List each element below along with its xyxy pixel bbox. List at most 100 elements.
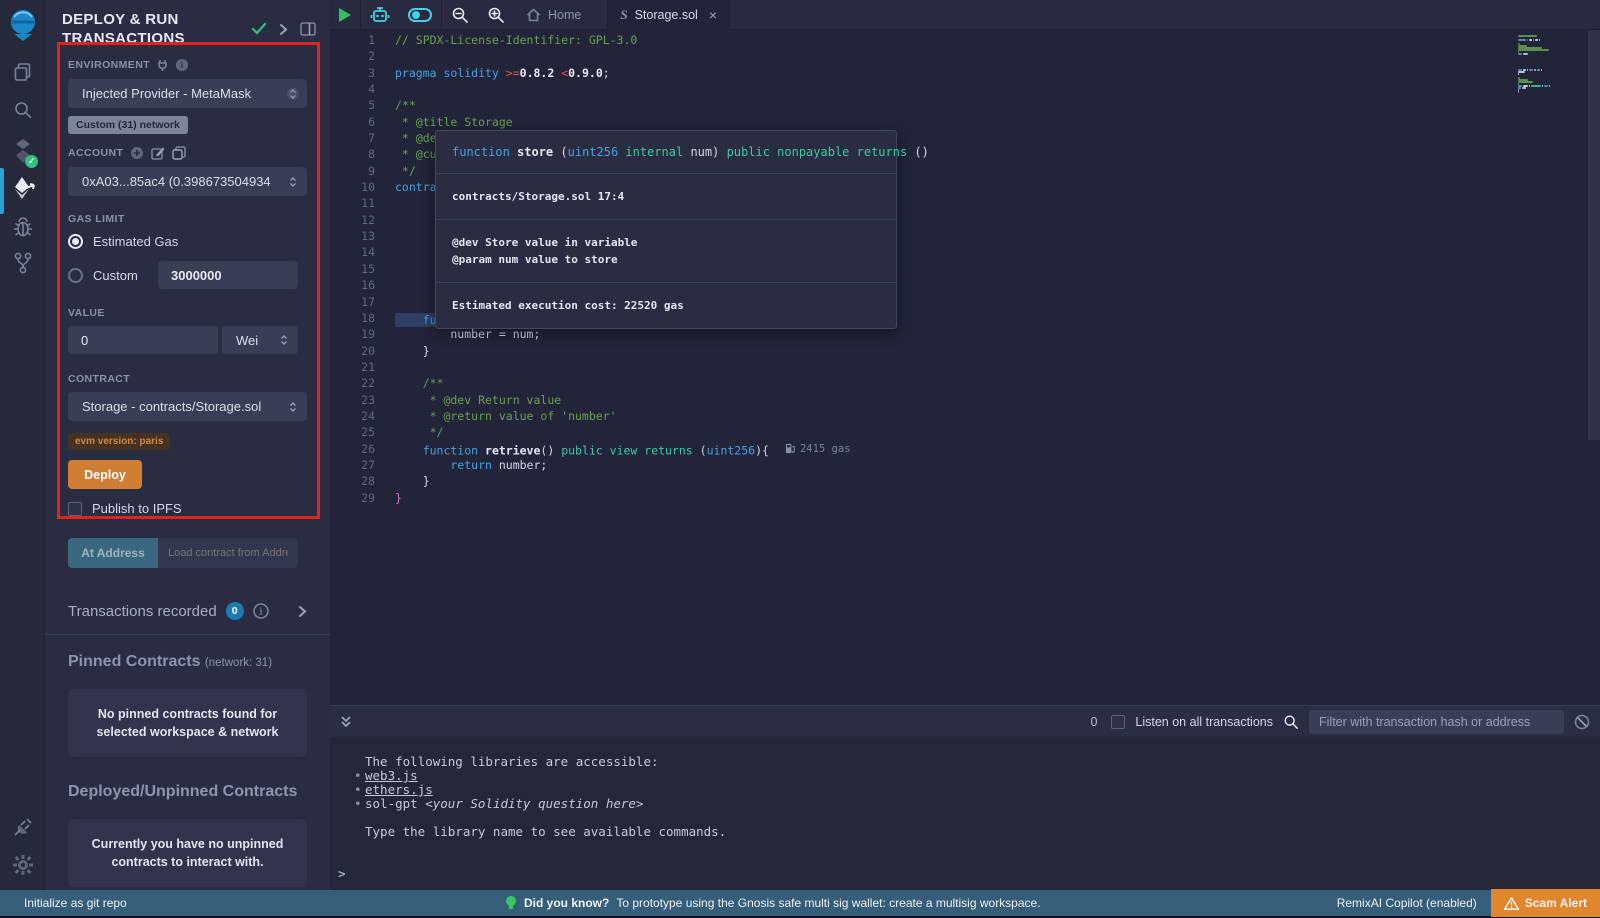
code-line-20[interactable]: 20 } — [330, 343, 1580, 359]
publish-ipfs-checkbox[interactable] — [68, 502, 82, 516]
network-badge: Custom (31) network — [68, 116, 188, 134]
line-content: return number; — [375, 457, 547, 473]
transactions-info-icon[interactable]: i — [253, 603, 269, 619]
code-line-5[interactable]: 5 /** — [330, 97, 1580, 113]
remix-logo-icon[interactable] — [0, 8, 45, 42]
ai-copilot-icon[interactable] — [361, 0, 399, 30]
terminal-filter-input[interactable] — [1309, 710, 1564, 734]
transactions-expand-icon[interactable] — [298, 605, 307, 618]
file-explorer-icon[interactable] — [0, 62, 45, 82]
library-link[interactable]: ethers.js — [365, 782, 433, 797]
deploy-and-run-icon[interactable] — [0, 176, 45, 200]
copy-address-icon[interactable] — [172, 146, 186, 160]
account-select[interactable]: 0xA03...85ac4 (0.398673504934 — [68, 167, 307, 196]
custom-gas-input[interactable] — [158, 261, 298, 289]
code-line-28[interactable]: 28 } — [330, 473, 1580, 489]
debugger-icon[interactable] — [0, 216, 45, 238]
line-content: * @return value of 'number' — [375, 408, 617, 424]
code-line-24[interactable]: 24 * @return value of 'number' — [330, 408, 1580, 424]
code-line-6[interactable]: 6 * @title Storage — [330, 114, 1580, 130]
code-token: } — [395, 344, 430, 358]
publish-ipfs-label: Publish to IPFS — [92, 501, 182, 516]
value-unit-select[interactable]: Wei — [222, 326, 298, 354]
line-number: 5 — [330, 97, 375, 113]
code-line-2[interactable]: 2 — [330, 48, 1580, 64]
deploy-button[interactable]: Deploy — [68, 460, 142, 489]
environment-select[interactable]: Injected Provider - MetaMask — [68, 79, 307, 108]
transactions-recorded-row[interactable]: Transactions recorded 0 i — [68, 602, 307, 620]
terminal-output[interactable]: The following libraries are accessible:•… — [330, 737, 1600, 890]
init-git-repo-button[interactable]: Initialize as git repo — [0, 896, 127, 910]
terminal-prompt[interactable]: > — [330, 867, 1600, 881]
editor-area: Home S Storage.sol × 1// SPDX-License-Id… — [330, 0, 1600, 890]
search-icon[interactable] — [0, 100, 45, 120]
copilot-status[interactable]: RemixAI Copilot (enabled) — [1337, 896, 1477, 910]
line-number: 11 — [330, 195, 375, 211]
chevron-right-icon[interactable] — [279, 23, 288, 36]
environment-label-row: ENVIRONMENT i — [68, 58, 307, 72]
zoom-out-icon[interactable] — [442, 0, 478, 30]
collapse-terminal-icon[interactable] — [338, 715, 354, 729]
line-number: 1 — [330, 32, 375, 48]
code-line-26[interactable]: 26 function retrieve() public view retur… — [330, 441, 1580, 457]
value-input[interactable] — [68, 326, 218, 354]
copilot-toggle[interactable] — [399, 0, 441, 30]
info-icon[interactable]: i — [175, 58, 189, 72]
clear-console-icon[interactable] — [1574, 714, 1590, 730]
custom-gas-radio[interactable] — [68, 268, 83, 283]
value-label: VALUE — [68, 307, 307, 319]
at-address-input[interactable] — [158, 538, 298, 568]
tooltip-location: contracts/Storage.sol 17:4 — [452, 188, 880, 205]
run-script-icon[interactable] — [330, 0, 360, 30]
code-line-21[interactable]: 21 — [330, 359, 1580, 375]
code-token: * @return value of 'number' — [395, 409, 617, 423]
line-content — [375, 212, 395, 228]
line-number: 19 — [330, 326, 375, 342]
scam-alert-button[interactable]: Scam Alert — [1491, 889, 1600, 917]
code-token: /** — [395, 98, 416, 112]
zoom-in-icon[interactable] — [478, 0, 514, 30]
code-token: num) — [690, 145, 726, 159]
code-line-27[interactable]: 27 return number; — [330, 457, 1580, 473]
at-address-button[interactable]: At Address — [68, 538, 158, 568]
git-icon[interactable] — [0, 252, 45, 274]
code-line-29[interactable]: 29} — [330, 490, 1580, 506]
listen-all-checkbox[interactable] — [1111, 715, 1125, 729]
add-account-icon[interactable] — [130, 146, 144, 160]
code-token: () — [914, 145, 928, 159]
settings-gear-icon[interactable] — [0, 854, 45, 876]
code-line-3[interactable]: 3pragma solidity >=0.8.2 <0.9.0; — [330, 65, 1580, 81]
code-line-25[interactable]: 25 */ — [330, 424, 1580, 440]
line-content: function retrieve() public view returns … — [375, 441, 851, 457]
plug-small-icon[interactable] — [157, 59, 168, 71]
estimated-gas-radio[interactable] — [68, 234, 83, 249]
pin-panel-icon[interactable] — [300, 22, 316, 36]
plugin-manager-icon[interactable] — [0, 816, 45, 838]
line-content: } — [375, 343, 430, 359]
solidity-compiler-icon[interactable]: ✓ — [0, 138, 45, 164]
code-line-22[interactable]: 22 /** — [330, 375, 1580, 391]
close-tab-icon[interactable]: × — [709, 7, 717, 23]
code-line-4[interactable]: 4 — [330, 81, 1580, 97]
code-token: ( — [560, 145, 567, 159]
editor-minimap[interactable] — [1518, 35, 1584, 93]
terminal-line[interactable]: •web3.js — [330, 769, 1600, 783]
code-token: number = num; — [395, 327, 540, 341]
code-line-1[interactable]: 1// SPDX-License-Identifier: GPL-3.0 — [330, 32, 1580, 48]
tab-storage-sol[interactable]: S Storage.sol × — [607, 0, 730, 30]
tab-home[interactable]: Home — [514, 0, 593, 30]
code-line-23[interactable]: 23 * @dev Return value — [330, 392, 1580, 408]
sign-message-icon[interactable] — [151, 146, 165, 160]
contract-select[interactable]: Storage - contracts/Storage.sol — [68, 392, 307, 421]
editor-scrollbar[interactable] — [1588, 30, 1600, 440]
solidity-file-icon: S — [620, 7, 627, 23]
line-number: 14 — [330, 244, 375, 260]
contract-label: CONTRACT — [68, 373, 307, 385]
library-link[interactable]: web3.js — [365, 768, 418, 783]
line-number: 4 — [330, 81, 375, 97]
tooltip-signature: function store (uint256 internal num) pu… — [436, 131, 896, 174]
terminal-line[interactable]: •ethers.js — [330, 783, 1600, 797]
line-number: 25 — [330, 424, 375, 440]
panel-header: DEPLOY & RUN TRANSACTIONS — [45, 0, 330, 54]
code-editor[interactable]: 1// SPDX-License-Identifier: GPL-3.023pr… — [330, 30, 1600, 705]
